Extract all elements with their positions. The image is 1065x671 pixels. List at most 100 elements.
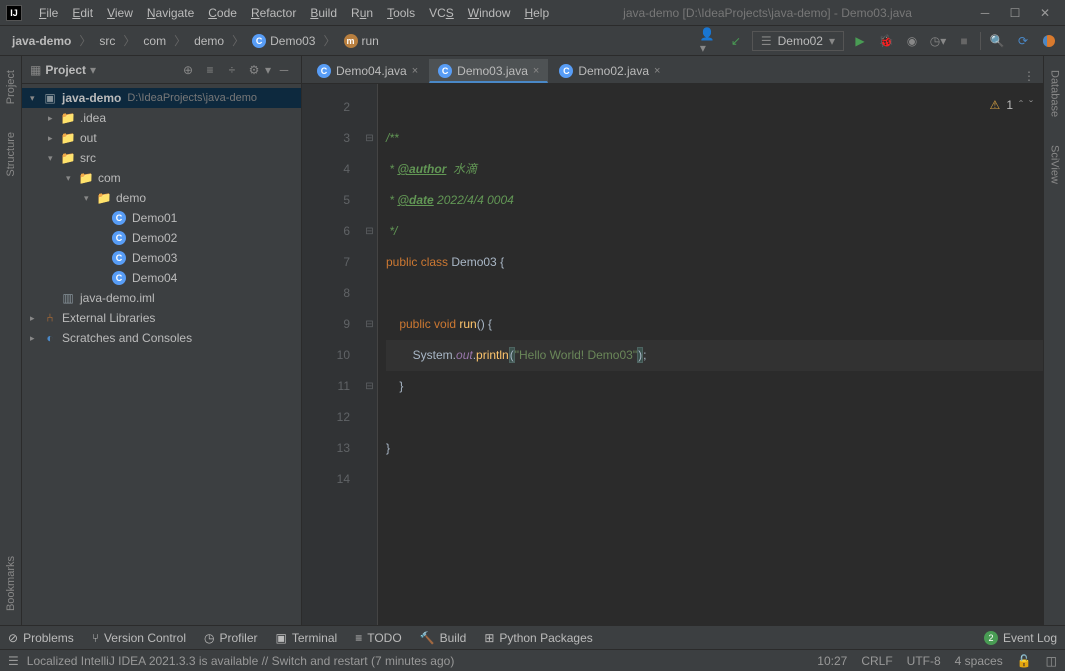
tree-external-libs[interactable]: ▸⑃External Libraries <box>22 308 301 328</box>
class-icon: C <box>317 64 331 78</box>
status-position[interactable]: 10:27 <box>817 654 847 668</box>
tree-demo03[interactable]: CDemo03 <box>22 248 301 268</box>
close-tab-icon[interactable]: × <box>412 65 418 77</box>
project-tree[interactable]: ▾▣ java-demo D:\IdeaProjects\java-demo ▸… <box>22 84 301 625</box>
hammer-icon: 🔨 <box>420 631 435 645</box>
menu-view[interactable]: View <box>100 3 140 23</box>
status-menu-icon[interactable]: ☰ <box>8 654 19 668</box>
crumb-method[interactable]: mrun <box>338 32 385 50</box>
menu-window[interactable]: Window <box>461 3 518 23</box>
project-view-icon: ▦ <box>30 63 41 77</box>
class-icon: C <box>559 64 573 78</box>
notification-badge: 2 <box>984 631 998 645</box>
debug-button[interactable]: 🐞 <box>876 31 896 51</box>
tree-scratches[interactable]: ▸◐Scratches and Consoles <box>22 328 301 348</box>
tab-options-icon[interactable]: ⋮ <box>1023 69 1035 83</box>
menu-vcs[interactable]: VCS <box>422 3 461 23</box>
tab-structure[interactable]: Structure <box>5 128 17 181</box>
run-config-selector[interactable]: ☰Demo02▾ <box>752 31 844 51</box>
menu-navigate[interactable]: Navigate <box>140 3 201 23</box>
menu-code[interactable]: Code <box>201 3 244 23</box>
expand-all-icon[interactable]: ≡ <box>201 61 219 79</box>
collapse-all-icon[interactable]: ÷ <box>223 61 241 79</box>
line-numbers: 234567891011121314 <box>302 84 362 625</box>
tool-vcs[interactable]: ⑂Version Control <box>92 631 186 645</box>
inspection-widget[interactable]: ⚠ 1 ˆˇ <box>990 90 1033 121</box>
close-tab-icon[interactable]: × <box>533 65 539 77</box>
tool-problems[interactable]: ⊘Problems <box>8 631 74 645</box>
menu-build[interactable]: Build <box>303 3 344 23</box>
tab-bookmarks[interactable]: Bookmarks <box>5 552 17 615</box>
status-encoding[interactable]: UTF-8 <box>907 654 941 668</box>
tree-idea[interactable]: ▸📁.idea <box>22 108 301 128</box>
tab-project[interactable]: Project <box>5 66 17 108</box>
search-button[interactable]: 🔍 <box>987 31 1007 51</box>
stop-button[interactable]: ■ <box>954 31 974 51</box>
tree-root[interactable]: ▾▣ java-demo D:\IdeaProjects\java-demo <box>22 88 301 108</box>
crumb-class[interactable]: CDemo03 <box>246 32 321 50</box>
class-icon: C <box>112 251 126 265</box>
tool-build[interactable]: 🔨Build <box>420 631 467 645</box>
tree-com[interactable]: ▾📁com <box>22 168 301 188</box>
tool-eventlog[interactable]: 2Event Log <box>984 631 1057 645</box>
tree-out[interactable]: ▸📁out <box>22 128 301 148</box>
project-panel-title[interactable]: Project <box>45 63 86 77</box>
crumb-src[interactable]: src <box>93 32 121 50</box>
crumb-sep: 〉 <box>79 32 91 49</box>
close-tab-icon[interactable]: × <box>654 65 660 77</box>
tool-todo[interactable]: ≡TODO <box>355 631 401 645</box>
chevron-down-icon[interactable]: ▾ <box>90 63 96 77</box>
memory-indicator-icon[interactable]: ◫ <box>1046 654 1057 668</box>
main-area: Project Structure Bookmarks ▦ Project ▾ … <box>0 56 1065 625</box>
tab-database[interactable]: Database <box>1049 66 1061 121</box>
minimize-button[interactable]: ─ <box>979 7 991 19</box>
vcs-update-icon[interactable]: ↙ <box>726 31 746 51</box>
readonly-lock-icon[interactable]: 🔓 <box>1017 654 1032 668</box>
menu-run[interactable]: Run <box>344 3 380 23</box>
class-icon: C <box>438 64 452 78</box>
add-user-icon[interactable]: 👤▾ <box>700 31 720 51</box>
menu-tools[interactable]: Tools <box>380 3 422 23</box>
close-button[interactable]: ✕ <box>1039 7 1051 19</box>
project-panel-header: ▦ Project ▾ ⊕ ≡ ÷ ⚙ ▾ ─ <box>22 56 301 84</box>
tree-demo01[interactable]: CDemo01 <box>22 208 301 228</box>
menu-refactor[interactable]: Refactor <box>244 3 303 23</box>
class-icon: C <box>112 231 126 245</box>
tree-demo[interactable]: ▾📁demo <box>22 188 301 208</box>
status-line-separator[interactable]: CRLF <box>861 654 892 668</box>
coverage-button[interactable]: ◉ <box>902 31 922 51</box>
select-opened-file-icon[interactable]: ⊕ <box>179 61 197 79</box>
status-message[interactable]: Localized IntelliJ IDEA 2021.3.3 is avai… <box>27 654 455 668</box>
tool-python[interactable]: ⊞Python Packages <box>484 631 592 645</box>
menu-file[interactable]: File <box>32 3 65 23</box>
ide-features-button[interactable] <box>1039 31 1059 51</box>
tab-demo04[interactable]: C Demo04.java× <box>308 59 427 83</box>
menu-help[interactable]: Help <box>517 3 556 23</box>
crumb-demo[interactable]: demo <box>188 32 230 50</box>
crumb-project[interactable]: java-demo <box>6 32 77 50</box>
crumb-com[interactable]: com <box>137 32 172 50</box>
class-icon: C <box>252 34 266 48</box>
menu-edit[interactable]: Edit <box>65 3 100 23</box>
tab-demo03[interactable]: C Demo03.java× <box>429 59 548 83</box>
fold-gutter[interactable]: ⊟ ⊟ ⊟ ⊟ <box>362 84 378 625</box>
tab-sciview[interactable]: SciView <box>1049 141 1061 188</box>
sync-button[interactable]: ⟳ <box>1013 31 1033 51</box>
profile-button[interactable]: ◷▾ <box>928 31 948 51</box>
branch-icon: ⑂ <box>92 631 99 645</box>
maximize-button[interactable]: ☐ <box>1009 7 1021 19</box>
tab-demo02[interactable]: C Demo02.java× <box>550 59 669 83</box>
tree-demo04[interactable]: CDemo04 <box>22 268 301 288</box>
status-indent[interactable]: 4 spaces <box>955 654 1003 668</box>
settings-icon[interactable]: ⚙ <box>245 61 263 79</box>
tree-iml[interactable]: ▥java-demo.iml <box>22 288 301 308</box>
tree-src[interactable]: ▾📁src <box>22 148 301 168</box>
tree-demo02[interactable]: CDemo02 <box>22 228 301 248</box>
code-content[interactable]: ⚠ 1 ˆˇ /** * @author 水滴 * @date 2022/4/4… <box>378 84 1043 625</box>
class-icon: C <box>112 211 126 225</box>
tool-profiler[interactable]: ◷Profiler <box>204 631 258 645</box>
tool-terminal[interactable]: ▣Terminal <box>276 631 338 645</box>
run-button[interactable]: ▶ <box>850 31 870 51</box>
hide-panel-icon[interactable]: ─ <box>275 61 293 79</box>
editor-body[interactable]: 234567891011121314 ⊟ ⊟ ⊟ ⊟ ⚠ 1 <box>302 84 1043 625</box>
